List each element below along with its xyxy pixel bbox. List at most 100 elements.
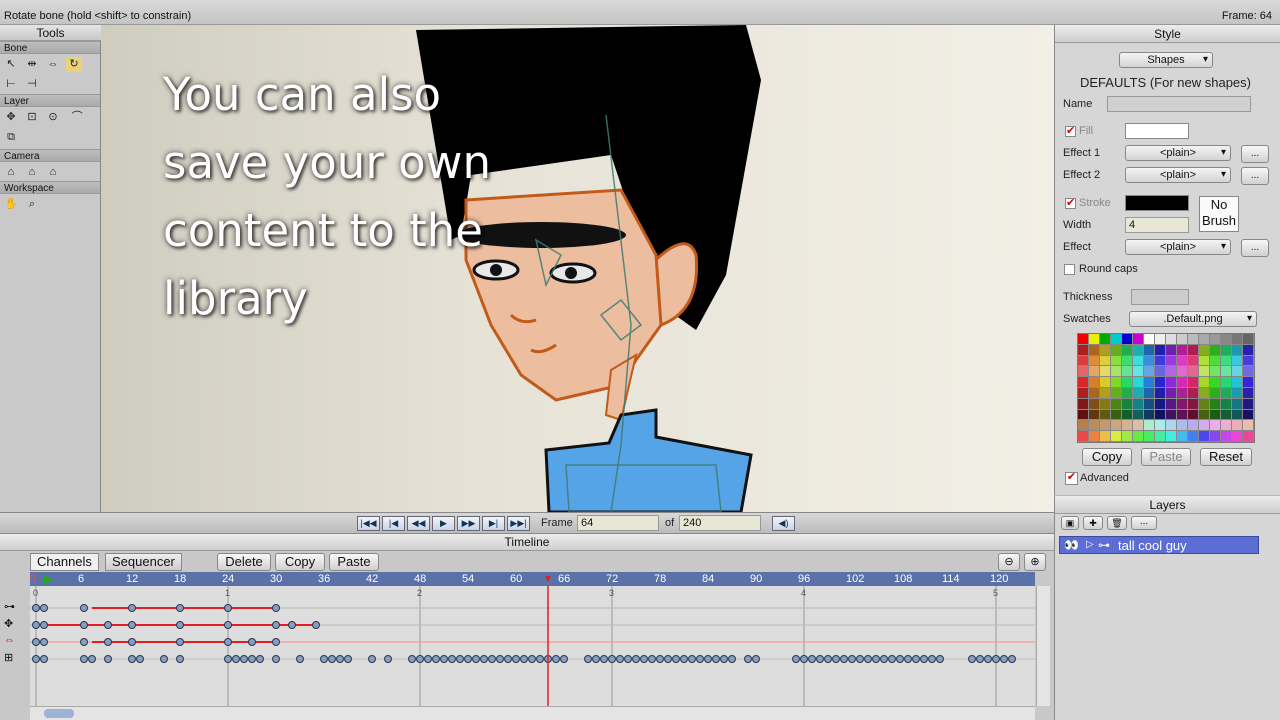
- swatch-cell[interactable]: [1155, 431, 1166, 442]
- swatch-cell[interactable]: [1199, 334, 1210, 345]
- swatch-cell[interactable]: [1166, 398, 1177, 410]
- swatch-cell[interactable]: [1100, 334, 1111, 345]
- swatch-cell[interactable]: [1122, 431, 1133, 442]
- swatch-cell[interactable]: [1100, 420, 1111, 432]
- timeline-scroll-thumb[interactable]: [44, 709, 74, 718]
- swatch-cell[interactable]: [1188, 409, 1199, 421]
- swatch-cell[interactable]: [1177, 409, 1188, 421]
- swatch-cell[interactable]: [1232, 377, 1243, 388]
- width-field[interactable]: 4: [1125, 217, 1189, 233]
- swatch-cell[interactable]: [1243, 344, 1254, 356]
- swatch-cell[interactable]: [1100, 366, 1111, 378]
- swatch-cell[interactable]: [1078, 334, 1089, 345]
- swatch-cell[interactable]: [1177, 431, 1188, 442]
- layer-row[interactable]: 👀 ▷ ⊶ tall cool guy: [1059, 536, 1259, 554]
- swatch-cell[interactable]: [1199, 355, 1210, 367]
- name-field[interactable]: [1107, 96, 1251, 112]
- effect-more-button[interactable]: ...: [1241, 239, 1269, 257]
- swatch-cell[interactable]: [1177, 398, 1188, 410]
- playhead-triangle-icon[interactable]: ▼: [543, 574, 553, 585]
- add-layer-menu-icon[interactable]: ✚: [1083, 516, 1103, 530]
- stroke-checkbox[interactable]: ✔: [1065, 198, 1076, 209]
- style-mode-dropdown[interactable]: Shapes: [1119, 52, 1213, 68]
- swatch-cell[interactable]: [1089, 431, 1100, 442]
- swatch-cell[interactable]: [1188, 355, 1199, 367]
- sound-toggle-icon[interactable]: ◀): [772, 516, 795, 531]
- swatch-cell[interactable]: [1199, 388, 1210, 399]
- swatch-cell[interactable]: [1122, 398, 1133, 410]
- swatch-cell[interactable]: [1122, 355, 1133, 367]
- layer-options-button[interactable]: ...: [1131, 516, 1157, 530]
- add-bone-tool-icon[interactable]: ⊢: [3, 77, 19, 92]
- frame-field[interactable]: 64: [577, 515, 659, 531]
- swatch-cell[interactable]: [1177, 355, 1188, 367]
- swatch-cell[interactable]: [1166, 366, 1177, 378]
- swatch-cell[interactable]: [1199, 431, 1210, 442]
- tab-channels[interactable]: Channels: [30, 553, 99, 571]
- swatch-cell[interactable]: [1210, 377, 1221, 388]
- swatch-cell[interactable]: [1111, 334, 1122, 345]
- swatch-cell[interactable]: [1144, 388, 1155, 399]
- swatch-cell[interactable]: [1111, 409, 1122, 421]
- swatch-cell[interactable]: [1199, 409, 1210, 421]
- swatch-cell[interactable]: [1089, 409, 1100, 421]
- stroke-color-swatch[interactable]: [1125, 195, 1189, 211]
- effect1-more-button[interactable]: ...: [1241, 145, 1269, 163]
- swatch-cell[interactable]: [1133, 398, 1144, 410]
- zoom-out-timeline-icon[interactable]: ⊖: [998, 553, 1020, 571]
- scale-bone-tool-icon[interactable]: ⇔: [45, 57, 61, 72]
- swatch-cell[interactable]: [1243, 388, 1254, 399]
- swatch-cell[interactable]: [1232, 355, 1243, 367]
- swatch-cell[interactable]: [1122, 420, 1133, 432]
- swatch-palette[interactable]: [1077, 333, 1255, 443]
- swatch-cell[interactable]: [1221, 344, 1232, 356]
- zoom-tool-icon[interactable]: ⌕: [24, 197, 40, 212]
- swatch-cell[interactable]: [1210, 431, 1221, 442]
- swatch-cell[interactable]: [1188, 377, 1199, 388]
- effect2-dropdown[interactable]: <plain>: [1125, 167, 1231, 183]
- reset-style-button[interactable]: Reset: [1200, 448, 1252, 466]
- playhead-marker-icon[interactable]: ▶: [44, 573, 53, 585]
- swatch-cell[interactable]: [1111, 377, 1122, 388]
- swatch-cell[interactable]: [1144, 366, 1155, 378]
- swatch-cell[interactable]: [1155, 398, 1166, 410]
- swatch-cell[interactable]: [1089, 344, 1100, 356]
- swatch-cell[interactable]: [1122, 334, 1133, 345]
- swatch-cell[interactable]: [1232, 398, 1243, 410]
- track-camera-tool-icon[interactable]: ⌂: [3, 165, 19, 180]
- swatch-cell[interactable]: [1210, 420, 1221, 432]
- swatch-cell[interactable]: [1111, 366, 1122, 378]
- swatch-cell[interactable]: [1089, 398, 1100, 410]
- swatch-cell[interactable]: [1166, 355, 1177, 367]
- swatch-cell[interactable]: [1078, 398, 1089, 410]
- canvas-viewport[interactable]: You can also save your own content to th…: [101, 25, 1054, 512]
- swatch-cell[interactable]: [1188, 334, 1199, 345]
- swatch-cell[interactable]: [1221, 431, 1232, 442]
- swatch-cell[interactable]: [1177, 420, 1188, 432]
- rotate-layer-tool-icon[interactable]: ⊙: [45, 110, 61, 125]
- swatch-cell[interactable]: [1078, 431, 1089, 442]
- effect1-dropdown[interactable]: <plain>: [1125, 145, 1231, 161]
- swatch-cell[interactable]: [1188, 366, 1199, 378]
- layer-visibility-icon[interactable]: 👀: [1064, 538, 1079, 552]
- swatch-cell[interactable]: [1122, 344, 1133, 356]
- layer-expand-icon[interactable]: ▷: [1086, 539, 1094, 550]
- paste-keys-button[interactable]: Paste: [329, 553, 379, 571]
- swatch-cell[interactable]: [1166, 334, 1177, 345]
- swatch-cell[interactable]: [1155, 377, 1166, 388]
- swatch-cell[interactable]: [1232, 366, 1243, 378]
- swatch-cell[interactable]: [1111, 420, 1122, 432]
- zoom-camera-tool-icon[interactable]: ⌂: [24, 165, 40, 180]
- timeline-vertical-scrollbar[interactable]: [1036, 586, 1050, 706]
- swatch-cell[interactable]: [1210, 398, 1221, 410]
- swatch-cell[interactable]: [1078, 366, 1089, 378]
- swatch-cell[interactable]: [1243, 377, 1254, 388]
- swatch-cell[interactable]: [1144, 431, 1155, 442]
- effect-dropdown[interactable]: <plain>: [1125, 239, 1231, 255]
- swatch-cell[interactable]: [1089, 366, 1100, 378]
- swatch-cell[interactable]: [1122, 388, 1133, 399]
- swatch-cell[interactable]: [1177, 344, 1188, 356]
- delete-keys-button[interactable]: Delete: [217, 553, 271, 571]
- swatch-cell[interactable]: [1221, 420, 1232, 432]
- swatch-cell[interactable]: [1188, 420, 1199, 432]
